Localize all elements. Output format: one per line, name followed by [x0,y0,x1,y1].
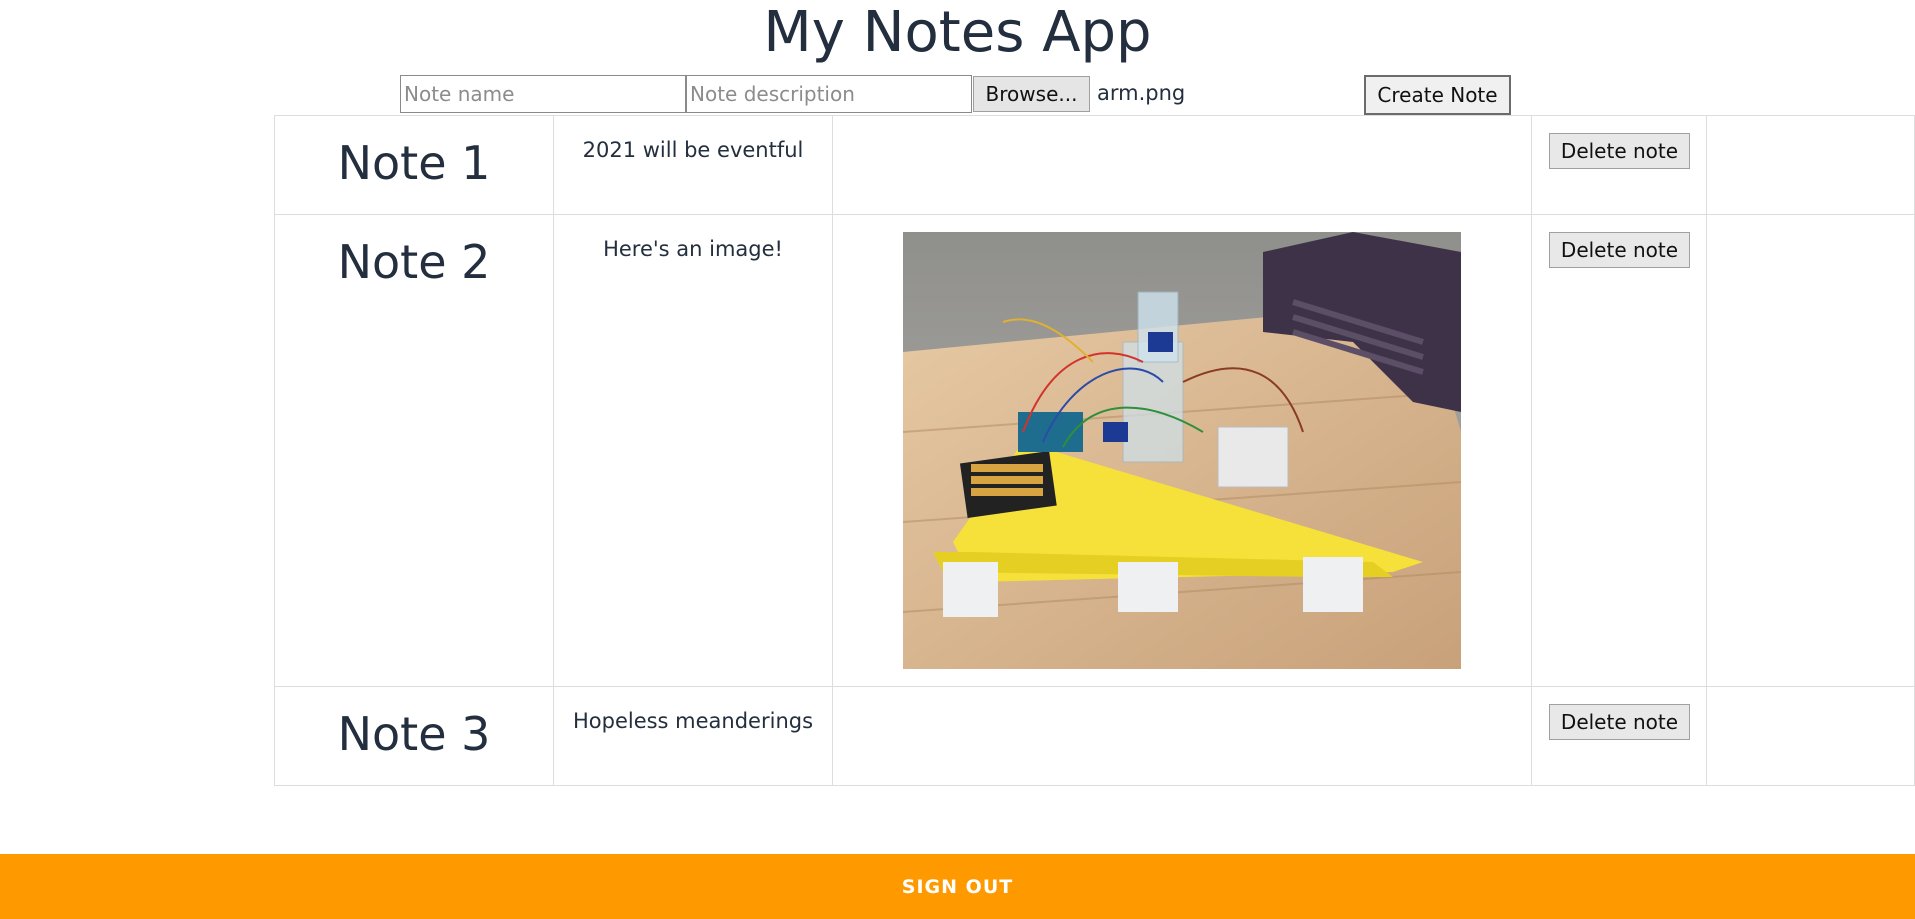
note-action-cell: Delete note [1531,686,1707,786]
note-name-cell: Note 1 [274,115,554,215]
note-image [903,232,1461,669]
sign-out-button[interactable]: SIGN OUT [0,854,1915,919]
table-row: Note 1 2021 will be eventful Delete note [274,115,1915,215]
note-image-cell [832,214,1532,687]
note-description: Here's an image! [603,237,783,261]
note-description-cell: Hopeless meanderings [553,686,833,786]
note-description-input[interactable] [686,75,972,113]
selected-file-name: arm.png [1097,81,1186,105]
note-action-cell: Delete note [1531,214,1707,687]
note-name-cell: Note 3 [274,686,554,786]
note-description: Hopeless meanderings [572,709,814,733]
note-image-cell [832,115,1532,215]
delete-note-button[interactable]: Delete note [1549,133,1690,169]
create-note-button[interactable]: Create Note [1364,75,1511,115]
browse-file-button[interactable]: Browse... [973,76,1090,112]
table-row: Note 3 Hopeless meanderings Delete note [274,686,1915,786]
note-name-cell: Note 2 [274,214,554,687]
note-description: 2021 will be eventful [582,138,804,162]
delete-note-button[interactable]: Delete note [1549,704,1690,740]
empty-cell [1706,214,1915,687]
note-image-cell [832,686,1532,786]
table-row: Note 2 Here's an image! Delete note [274,214,1915,687]
note-description-cell: Here's an image! [553,214,833,687]
note-description-cell: 2021 will be eventful [553,115,833,215]
notes-table: Note 1 2021 will be eventful Delete note… [274,115,1915,786]
note-action-cell: Delete note [1531,115,1707,215]
note-name-input[interactable] [400,75,686,113]
delete-note-button[interactable]: Delete note [1549,232,1690,268]
notes-app-page: My Notes App Browse... arm.png Create No… [0,0,1915,919]
note-title: Note 3 [337,707,491,761]
page-title: My Notes App [763,0,1152,65]
note-title: Note 1 [337,136,491,190]
empty-cell [1706,115,1915,215]
empty-cell [1706,686,1915,786]
note-title: Note 2 [337,235,491,289]
